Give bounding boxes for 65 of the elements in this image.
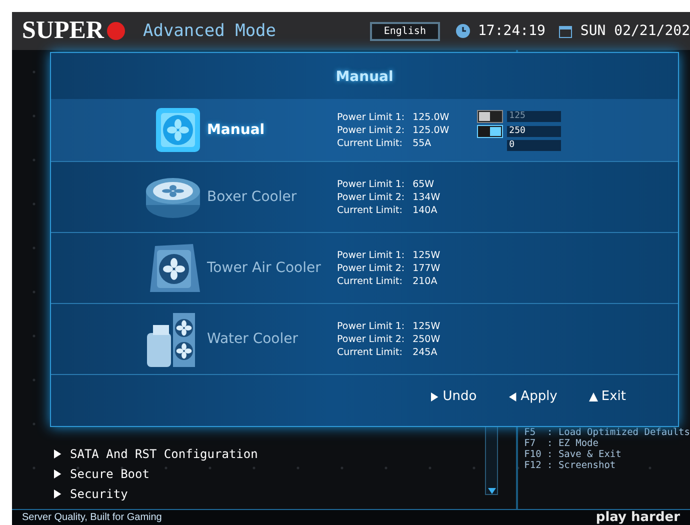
limit-value: 65W [412, 178, 436, 190]
mode-title: Advanced Mode [142, 21, 276, 41]
menu-item[interactable]: SATA And RST Configuration [54, 447, 471, 461]
tower-cooler-icon [149, 242, 201, 294]
limit-label: Current Limit: [337, 136, 404, 150]
triangle-icon [589, 392, 598, 402]
dialog-title: Manual [334, 68, 394, 87]
triangle-icon [430, 392, 440, 402]
limit-label: Power Limit 1: [337, 248, 405, 262]
limit-label: Current Limit: [337, 274, 404, 288]
calendar-icon [559, 24, 572, 38]
value-field[interactable]: 125 [507, 110, 562, 122]
dialog-button[interactable]: Undo [428, 387, 479, 406]
limit-value: 245A [412, 346, 438, 358]
limit-label: Power Limit 2: [337, 124, 405, 136]
cooler-option[interactable]: Boxer Cooler Power Limit 1: 65W Power Limit 2: 134W Current Limit: 140A [51, 162, 678, 233]
limit-label: Power Limit 1: [337, 110, 405, 124]
limit-value: 140A [412, 204, 438, 216]
limit-value: 134W [412, 190, 440, 204]
limit-value: 125W [412, 320, 440, 332]
cooler-option[interactable]: Water Cooler Power Limit 1: 125W Power Limit 2: 250W Current Limit: 245A [51, 304, 678, 375]
fan-icon [155, 107, 201, 153]
clock-icon [456, 24, 470, 38]
language-button[interactable]: English [370, 22, 440, 40]
limit-label: Power Limit 1: [337, 178, 405, 190]
toggle-switch[interactable] [477, 110, 504, 122]
limit-value: 250W [412, 332, 440, 346]
option-name: Manual [207, 122, 266, 138]
limit-label: Power Limit 1: [337, 320, 405, 332]
cooler-option[interactable]: Tower Air Cooler Power Limit 1: 125W Power Limit 2: 177W Current Limit: 210A [51, 233, 678, 304]
menu-item[interactable]: Security [54, 487, 471, 501]
brand-text: play harder [596, 510, 680, 525]
date-text: SUN 02/21/202 [580, 23, 690, 39]
menu-item[interactable]: Secure Boot [54, 467, 471, 481]
limit-value: 210A [412, 274, 438, 288]
help-text: F5 : Load Optimized Defaults [524, 427, 690, 438]
option-name: Water Cooler [207, 331, 299, 347]
limit-value: 177W [412, 262, 440, 274]
tagline-text: Server Quality, Built for Gaming [22, 512, 162, 523]
limit-label: Power Limit 2: [337, 190, 405, 204]
help-text: F12 : Screenshot [524, 460, 617, 471]
cooler-option[interactable]: Manual Power Limit 1: 125.0W Power Limit 2: 125.0W Current Limit: 55A 125 250 0 [51, 99, 678, 162]
limit-label: Power Limit 2: [337, 332, 405, 346]
limit-value: 125.0W [412, 124, 450, 136]
triangle-icon [508, 392, 518, 402]
logo-text: SUPER [22, 17, 104, 45]
dialog-button[interactable]: Apply [506, 387, 560, 406]
logo-dot-icon [106, 22, 125, 40]
value-field[interactable]: 0 [507, 140, 562, 150]
value-field[interactable]: 250 [507, 126, 562, 136]
dialog-button[interactable]: Exit [587, 387, 628, 406]
help-text: F10 : Save & Exit [524, 449, 622, 460]
limit-value: 125W [412, 248, 440, 262]
limit-label: Current Limit: [337, 346, 404, 358]
limit-label: Power Limit 2: [337, 262, 405, 274]
limit-value: 55A [412, 136, 432, 150]
limit-value: 125.0W [412, 110, 450, 124]
scroll-down-icon [488, 488, 496, 494]
help-text: F7 : EZ Mode [524, 438, 599, 449]
limit-label: Current Limit: [337, 204, 404, 216]
toggle-switch[interactable] [477, 124, 504, 138]
round-cooler-icon [145, 175, 201, 219]
option-name: Boxer Cooler [207, 189, 298, 205]
option-name: Tower Air Cooler [207, 260, 322, 276]
time-text: 17:24:19 [478, 23, 546, 39]
